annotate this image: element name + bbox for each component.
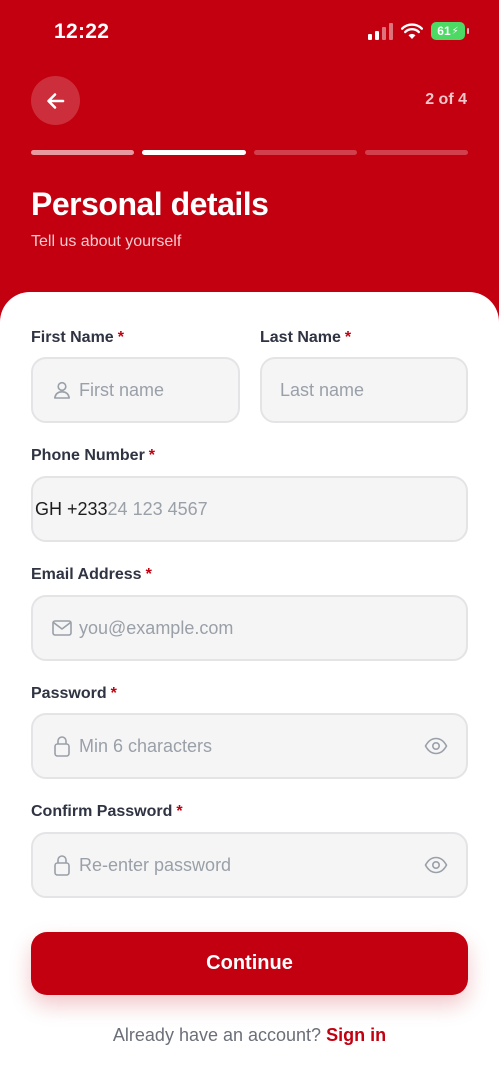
user-icon — [51, 379, 73, 401]
progress-bar — [31, 150, 468, 155]
signin-link[interactable]: Sign in — [326, 1025, 386, 1045]
wifi-icon — [401, 22, 423, 39]
confirm-password-field[interactable]: Re-enter password — [31, 832, 468, 898]
email-label: Email Address * — [31, 566, 152, 584]
required-mark: * — [110, 685, 117, 702]
last-name-label-text: Last Name — [260, 329, 341, 346]
progress-step-4 — [364, 150, 468, 155]
progress-step-3 — [253, 150, 357, 155]
step-counter: 2 of 4 — [425, 91, 467, 108]
password-label: Password * — [31, 685, 117, 703]
progress-step-2 — [142, 150, 246, 155]
signin-prompt: Already have an account? — [112, 1025, 322, 1045]
first-name-label: First Name * — [31, 329, 124, 347]
confirm-password-placeholder: Re-enter password — [79, 854, 232, 875]
confirm-password-label-text: Confirm Password — [31, 803, 173, 820]
password-label-text: Password — [31, 685, 107, 702]
required-mark: * — [117, 329, 124, 346]
password-placeholder: Min 6 characters — [79, 735, 213, 756]
country-code-selector[interactable]: GH +233 — [35, 499, 108, 520]
continue-button[interactable]: Continue — [31, 932, 468, 995]
lock-icon — [51, 854, 73, 876]
last-name-placeholder: Last name — [280, 379, 365, 400]
password-field[interactable]: Min 6 characters — [31, 713, 468, 779]
phone-label: Phone Number * — [31, 447, 155, 465]
mail-icon — [51, 617, 73, 639]
email-field[interactable]: you@example.com — [31, 595, 468, 661]
status-icons: 61 ⚡ — [368, 22, 469, 40]
required-mark: * — [344, 329, 352, 346]
status-bar: 12:22 61 ⚡ — [0, 0, 499, 66]
phone-label-text: Phone Number — [31, 447, 145, 464]
email-placeholder: you@example.com — [79, 617, 234, 638]
first-name-placeholder: First name — [79, 379, 165, 400]
battery-icon: 61 ⚡ — [431, 22, 469, 40]
phone-field[interactable]: GH +233 24 123 4567 — [31, 476, 468, 542]
required-mark: * — [176, 803, 183, 820]
phone-placeholder: 24 123 4567 — [107, 498, 208, 519]
back-button[interactable] — [31, 76, 80, 125]
last-name-label: Last Name * — [260, 329, 351, 347]
status-time: 12:22 — [54, 20, 110, 43]
charging-bolt-icon: ⚡ — [451, 25, 459, 37]
eye-icon[interactable] — [424, 736, 448, 756]
page-title: Personal details — [31, 186, 269, 222]
eye-icon[interactable] — [424, 855, 448, 875]
first-name-field[interactable]: First name — [31, 357, 240, 423]
progress-step-1 — [31, 150, 135, 155]
signin-row: Already have an account? Sign in — [0, 1025, 499, 1046]
page-subtitle: Tell us about yourself — [31, 233, 182, 250]
confirm-password-label: Confirm Password * — [31, 803, 183, 821]
lock-icon — [51, 735, 73, 757]
last-name-field[interactable]: Last name — [260, 357, 468, 423]
header: 12:22 61 ⚡ 2 of 4 Personal details Tell … — [0, 0, 499, 340]
required-mark: * — [145, 566, 152, 583]
required-mark: * — [148, 447, 156, 464]
back-arrow-icon — [46, 92, 64, 109]
battery-level: 61 — [437, 24, 451, 38]
first-name-label-text: First Name — [31, 329, 114, 346]
email-label-text: Email Address — [31, 566, 142, 583]
signal-icon — [368, 22, 393, 40]
